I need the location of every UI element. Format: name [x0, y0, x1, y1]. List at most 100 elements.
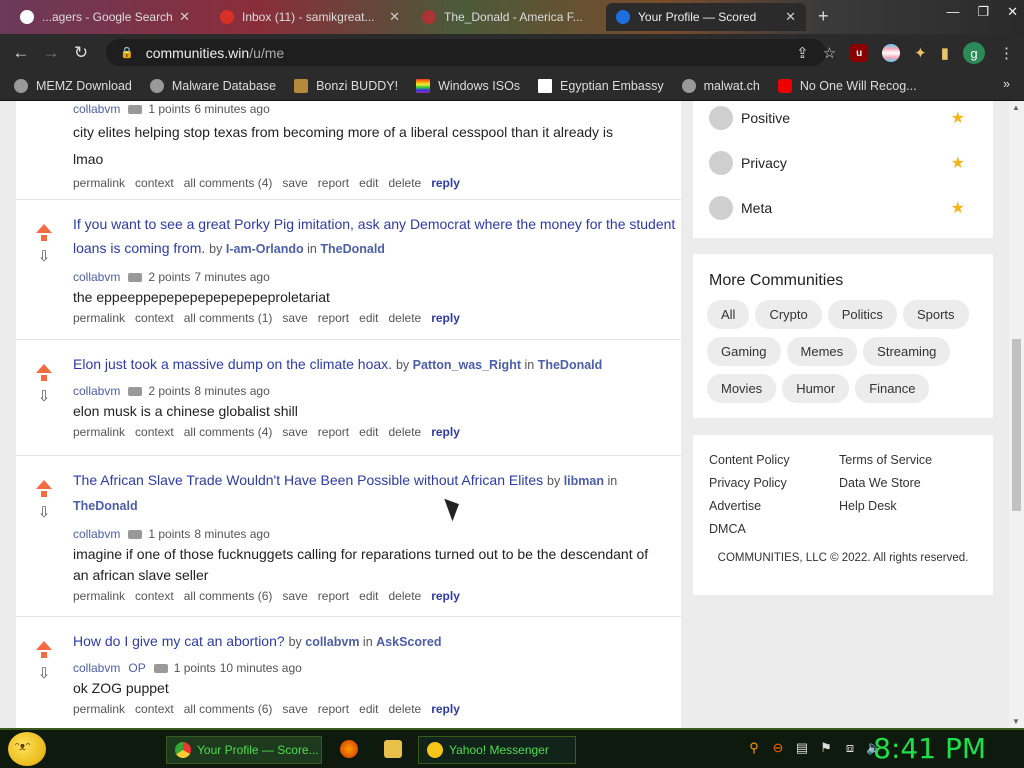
- firefox-icon[interactable]: [340, 740, 358, 758]
- post-title-link[interactable]: Elon just took a massive dump on the cli…: [73, 356, 392, 372]
- scroll-down-icon[interactable]: ▼: [1012, 717, 1020, 726]
- bookmark-star-icon[interactable]: ☆: [823, 44, 836, 62]
- printer-icon[interactable]: ▤: [794, 740, 810, 756]
- downvote-arrow-icon[interactable]: ⇩: [36, 249, 52, 265]
- taskbar-yahoo-button[interactable]: Yahoo! Messenger: [418, 736, 576, 764]
- tab-your-profile[interactable]: Your Profile — Scored ✕: [606, 3, 806, 31]
- upvote-arrow-icon[interactable]: [36, 641, 52, 658]
- tab-inbox[interactable]: Inbox (11) - samikgreat... ✕: [210, 3, 410, 31]
- star-icon[interactable]: ★: [951, 153, 965, 173]
- report-link[interactable]: report: [318, 702, 349, 716]
- save-link[interactable]: save: [282, 589, 307, 603]
- reply-link[interactable]: reply: [431, 176, 460, 190]
- chip-crypto[interactable]: Crypto: [755, 300, 822, 329]
- chip-humor[interactable]: Humor: [782, 374, 850, 403]
- bookmark-item[interactable]: Bonzi BUDDY!: [294, 78, 398, 93]
- restore-icon[interactable]: ❐: [977, 4, 989, 20]
- permalink-link[interactable]: permalink: [73, 702, 125, 716]
- close-icon[interactable]: ✕: [785, 9, 796, 25]
- all-comments-link[interactable]: all comments (6): [184, 589, 273, 603]
- share-icon[interactable]: ⇪: [796, 44, 809, 62]
- comment-author[interactable]: collabvm: [73, 102, 120, 116]
- post-title-link[interactable]: How do I give my cat an abortion?: [73, 633, 285, 649]
- post-author[interactable]: libman: [564, 474, 604, 488]
- chip-sports[interactable]: Sports: [902, 300, 969, 329]
- star-icon[interactable]: ★: [951, 108, 965, 128]
- reply-link[interactable]: reply: [431, 702, 460, 716]
- upvote-arrow-icon[interactable]: [36, 224, 52, 241]
- terms-link[interactable]: Terms of Service: [839, 453, 989, 467]
- downvote-arrow-icon[interactable]: ⇩: [36, 505, 52, 521]
- reply-link[interactable]: reply: [431, 589, 460, 603]
- edit-link[interactable]: edit: [359, 702, 378, 716]
- bookmark-item[interactable]: No One Will Recog...: [777, 78, 917, 93]
- sidepanel-icon[interactable]: ▮: [941, 44, 949, 62]
- permalink-link[interactable]: permalink: [73, 311, 125, 325]
- permalink-link[interactable]: permalink: [73, 589, 125, 603]
- scrollbar-thumb[interactable]: [1012, 339, 1021, 511]
- chip-finance[interactable]: Finance: [855, 374, 930, 403]
- post-author[interactable]: collabvm: [305, 635, 359, 649]
- tab-the-donald[interactable]: The_Donald - America F...: [412, 3, 604, 31]
- delete-link[interactable]: delete: [389, 589, 422, 603]
- bookmark-item[interactable]: malwat.ch: [681, 78, 760, 93]
- taskbar-chrome-button[interactable]: Your Profile — Score...: [166, 736, 322, 764]
- chip-memes[interactable]: Memes: [786, 337, 858, 366]
- close-window-icon[interactable]: ✕: [1007, 4, 1018, 20]
- bookmark-item[interactable]: MEMZ Download: [14, 78, 132, 93]
- save-link[interactable]: save: [282, 702, 307, 716]
- post-author[interactable]: Patton_was_Right: [413, 358, 521, 372]
- chip-all[interactable]: All: [707, 300, 750, 329]
- all-comments-link[interactable]: all comments (1): [184, 311, 273, 325]
- comment-author[interactable]: collabvm: [73, 527, 120, 541]
- save-link[interactable]: save: [282, 176, 307, 190]
- data-we-store-link[interactable]: Data We Store: [839, 476, 989, 490]
- delete-link[interactable]: delete: [389, 425, 422, 439]
- edit-link[interactable]: edit: [359, 425, 378, 439]
- delete-link[interactable]: delete: [389, 311, 422, 325]
- edit-link[interactable]: edit: [359, 589, 378, 603]
- bookmarks-overflow-icon[interactable]: »: [1003, 77, 1010, 91]
- tab-google-search[interactable]: ...agers - Google Search ✕: [10, 3, 200, 31]
- chip-politics[interactable]: Politics: [827, 300, 897, 329]
- chip-movies[interactable]: Movies: [707, 374, 777, 403]
- flag-icon[interactable]: ⚑: [818, 740, 834, 756]
- context-link[interactable]: context: [135, 589, 174, 603]
- advertise-link[interactable]: Advertise: [709, 499, 839, 513]
- permalink-link[interactable]: permalink: [73, 425, 125, 439]
- post-title-link[interactable]: The African Slave Trade Wouldn't Have Be…: [73, 472, 543, 488]
- upvote-arrow-icon[interactable]: [36, 364, 52, 381]
- extensions-puzzle-icon[interactable]: ✦: [914, 44, 927, 62]
- context-link[interactable]: context: [135, 311, 174, 325]
- downvote-arrow-icon[interactable]: ⇩: [36, 389, 52, 405]
- scroll-up-icon[interactable]: ▲: [1012, 103, 1020, 112]
- minimize-icon[interactable]: —: [946, 4, 959, 20]
- all-comments-link[interactable]: all comments (4): [184, 176, 273, 190]
- post-community[interactable]: AskScored: [376, 635, 441, 649]
- delete-link[interactable]: delete: [389, 702, 422, 716]
- chip-streaming[interactable]: Streaming: [863, 337, 951, 366]
- new-tab-button[interactable]: +: [818, 6, 829, 27]
- start-button[interactable]: [8, 732, 46, 766]
- report-link[interactable]: report: [318, 425, 349, 439]
- chip-gaming[interactable]: Gaming: [707, 337, 781, 366]
- category-meta[interactable]: Meta ★: [693, 185, 993, 230]
- address-bar[interactable]: 🔒 communities.win/u/me: [106, 39, 826, 66]
- post-community[interactable]: TheDonald: [73, 499, 138, 513]
- bookmark-item[interactable]: Egyptian Embassy: [538, 78, 664, 93]
- comment-author[interactable]: collabvm: [73, 661, 120, 675]
- delete-link[interactable]: delete: [389, 176, 422, 190]
- comment-author[interactable]: collabvm: [73, 384, 120, 398]
- context-link[interactable]: context: [135, 176, 174, 190]
- post-community[interactable]: TheDonald: [538, 358, 603, 372]
- reply-link[interactable]: reply: [431, 311, 460, 325]
- context-link[interactable]: context: [135, 425, 174, 439]
- network-icon[interactable]: ⧈: [842, 740, 858, 756]
- privacy-policy-link[interactable]: Privacy Policy: [709, 476, 839, 490]
- profile-avatar[interactable]: g: [963, 42, 985, 64]
- close-icon[interactable]: ✕: [179, 9, 190, 25]
- menu-kebab-icon[interactable]: ⋮: [999, 44, 1014, 62]
- back-icon[interactable]: ←: [6, 43, 36, 63]
- page-scrollbar[interactable]: ▲ ▼: [1009, 101, 1024, 728]
- upvote-arrow-icon[interactable]: [36, 480, 52, 497]
